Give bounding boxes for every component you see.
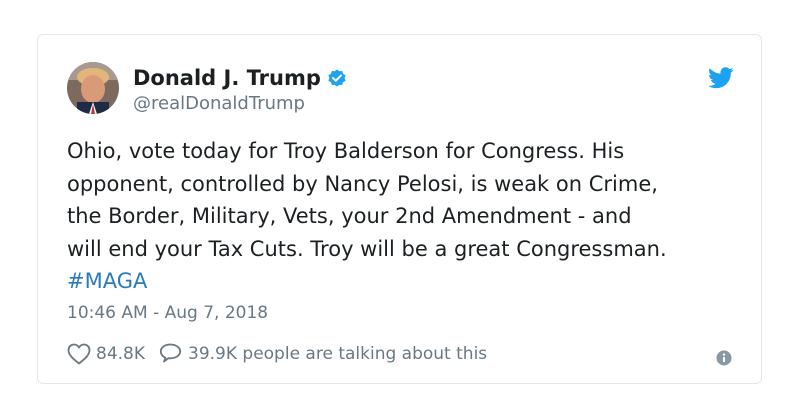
conversation-action[interactable]: 39.9K people are talking about this (159, 343, 487, 365)
tweet-actions: 84.8K 39.9K people are talking about thi… (67, 343, 487, 365)
tweet-text-line: will end your Tax Cuts. Troy will be a g… (67, 236, 667, 261)
twitter-bird-icon[interactable] (708, 67, 734, 89)
heart-icon (67, 343, 91, 365)
author-display-name[interactable]: Donald J. Trump (133, 66, 321, 90)
like-count: 84.8K (96, 344, 145, 364)
like-action[interactable]: 84.8K (67, 343, 145, 365)
tweet-card: Donald J. Trump @realDonaldTrump Ohio, v… (37, 34, 762, 384)
speech-bubble-icon (159, 343, 182, 363)
verified-badge-icon (327, 68, 347, 88)
info-icon[interactable] (716, 350, 732, 366)
author-avatar[interactable] (67, 62, 119, 114)
tweet-text: Ohio, vote today for Troy Balderson for … (67, 135, 747, 298)
author-block: Donald J. Trump @realDonaldTrump (133, 63, 347, 114)
name-row: Donald J. Trump (133, 63, 347, 93)
talking-count: 39.9K people are talking about this (188, 344, 488, 364)
tweet-text-line: the Border, Military, Vets, your 2nd Ame… (67, 204, 632, 228)
author-handle[interactable]: @realDonaldTrump (133, 93, 347, 114)
tweet-text-line: Ohio, vote today for Troy Balderson for … (67, 139, 625, 163)
hashtag-link[interactable]: #MAGA (67, 265, 747, 298)
tweet-timestamp[interactable]: 10:46 AM - Aug 7, 2018 (67, 303, 268, 323)
tweet-text-line: opponent, controlled by Nancy Pelosi, is… (67, 171, 658, 196)
